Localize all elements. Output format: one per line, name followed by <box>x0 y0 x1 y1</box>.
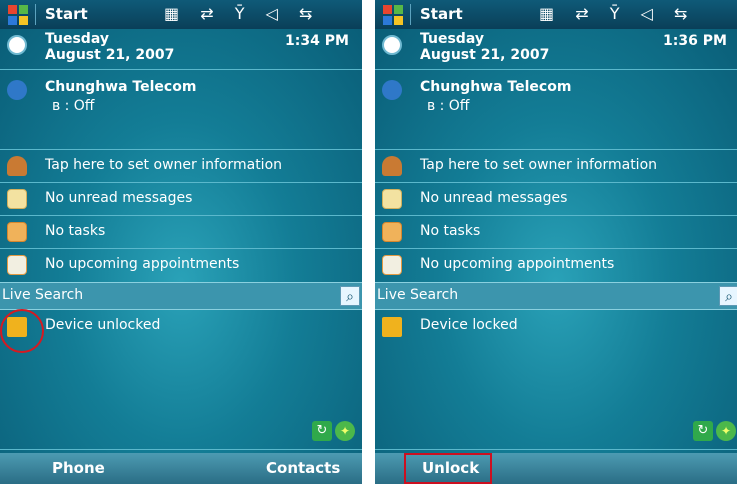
lock-icon <box>382 317 402 337</box>
device-status-row[interactable]: Device locked <box>375 310 737 342</box>
date-text: August 21, 2007 <box>45 47 175 63</box>
day-text: Tuesday <box>420 31 484 47</box>
date-row[interactable]: Tuesday August 21, 2007 1:34 PM <box>0 29 362 70</box>
time-text: 1:34 PM <box>285 33 349 49</box>
title-bar: Start ▦ ⇄ Ȳ ◁ ⇆ <box>375 0 737 29</box>
messages-text: No unread messages <box>45 190 193 206</box>
carrier-text: Chunghwa Telecom <box>45 79 197 95</box>
checkbox-icon <box>382 222 402 242</box>
live-search-label: Live Search <box>377 287 459 303</box>
live-search-label: Live Search <box>2 287 84 303</box>
checkbox-icon <box>7 222 27 242</box>
status-icons[interactable]: ▦ ⇄ Ȳ ◁ ⇆ <box>164 4 320 23</box>
sync-icon[interactable]: ↻ <box>312 421 332 441</box>
title-bar: Start ▦ ⇄ Ȳ ◁ ⇆ <box>0 0 362 29</box>
bottom-divider <box>375 449 737 450</box>
unlock-highlight-box <box>404 453 492 484</box>
time-text: 1:36 PM <box>663 33 727 49</box>
person-icon <box>382 156 402 176</box>
sphere-icon[interactable]: ✦ <box>716 421 736 441</box>
owner-text: Tap here to set owner information <box>45 157 283 173</box>
softkey-bar: Phone Contacts <box>0 453 362 484</box>
owner-row[interactable]: Tap here to set owner information <box>375 150 737 183</box>
messages-row[interactable]: No unread messages <box>375 183 737 216</box>
bluetooth-status: ʙ : Off <box>52 98 95 114</box>
clock-icon <box>7 35 27 55</box>
day-text: Tuesday <box>45 31 109 47</box>
phone-softkey[interactable]: Phone <box>52 459 105 477</box>
antenna-icon <box>7 80 27 100</box>
tasks-row[interactable]: No tasks <box>0 216 362 249</box>
bottom-divider <box>0 449 362 450</box>
contacts-softkey[interactable]: Contacts <box>266 459 340 477</box>
connectivity-row[interactable]: Chunghwa Telecom ʙ : Off <box>375 70 737 150</box>
today-screen: Tuesday August 21, 2007 1:36 PM Chunghwa… <box>375 29 737 453</box>
date-row[interactable]: Tuesday August 21, 2007 1:36 PM <box>375 29 737 70</box>
live-search-bar[interactable]: Live Search ⌕ <box>375 282 737 310</box>
live-search-bar[interactable]: Live Search ⌕ <box>0 282 362 310</box>
search-icon[interactable]: ⌕ <box>340 286 360 306</box>
start-label[interactable]: Start <box>45 5 88 23</box>
title-separator <box>410 4 411 25</box>
person-icon <box>7 156 27 176</box>
device-status-text: Device locked <box>420 317 518 333</box>
tasks-row[interactable]: No tasks <box>375 216 737 249</box>
mail-icon <box>382 189 402 209</box>
appointments-text: No upcoming appointments <box>45 256 240 272</box>
windows-start-icon[interactable] <box>383 5 403 25</box>
right-phone-screen: Start ▦ ⇄ Ȳ ◁ ⇆ Tuesday August 21, 2007 … <box>375 0 737 484</box>
messages-text: No unread messages <box>420 190 568 206</box>
clock-icon <box>382 35 402 55</box>
today-screen: Tuesday August 21, 2007 1:34 PM Chunghwa… <box>0 29 362 453</box>
owner-row[interactable]: Tap here to set owner information <box>0 150 362 183</box>
mail-icon <box>7 189 27 209</box>
unlock-highlight-circle <box>0 309 44 353</box>
start-label[interactable]: Start <box>420 5 463 23</box>
appointments-row[interactable]: No upcoming appointments <box>375 249 737 281</box>
search-icon[interactable]: ⌕ <box>719 286 737 306</box>
tasks-text: No tasks <box>420 223 481 239</box>
sphere-icon[interactable]: ✦ <box>335 421 355 441</box>
date-text: August 21, 2007 <box>420 47 550 63</box>
title-separator <box>35 4 36 25</box>
calendar-icon <box>382 255 402 275</box>
sync-icon[interactable]: ↻ <box>693 421 713 441</box>
device-status-text: Device unlocked <box>45 317 161 333</box>
windows-start-icon[interactable] <box>8 5 28 25</box>
connectivity-row[interactable]: Chunghwa Telecom ʙ : Off <box>0 70 362 150</box>
status-icons[interactable]: ▦ ⇄ Ȳ ◁ ⇆ <box>539 4 695 23</box>
owner-text: Tap here to set owner information <box>420 157 658 173</box>
carrier-text: Chunghwa Telecom <box>420 79 572 95</box>
tasks-text: No tasks <box>45 223 106 239</box>
messages-row[interactable]: No unread messages <box>0 183 362 216</box>
appointments-text: No upcoming appointments <box>420 256 615 272</box>
appointments-row[interactable]: No upcoming appointments <box>0 249 362 281</box>
device-status-row[interactable]: Device unlocked <box>0 310 362 342</box>
calendar-icon <box>7 255 27 275</box>
left-phone-screen: Start ▦ ⇄ Ȳ ◁ ⇆ Tuesday August 21, 2007 … <box>0 0 362 484</box>
antenna-icon <box>382 80 402 100</box>
bluetooth-status: ʙ : Off <box>427 98 470 114</box>
